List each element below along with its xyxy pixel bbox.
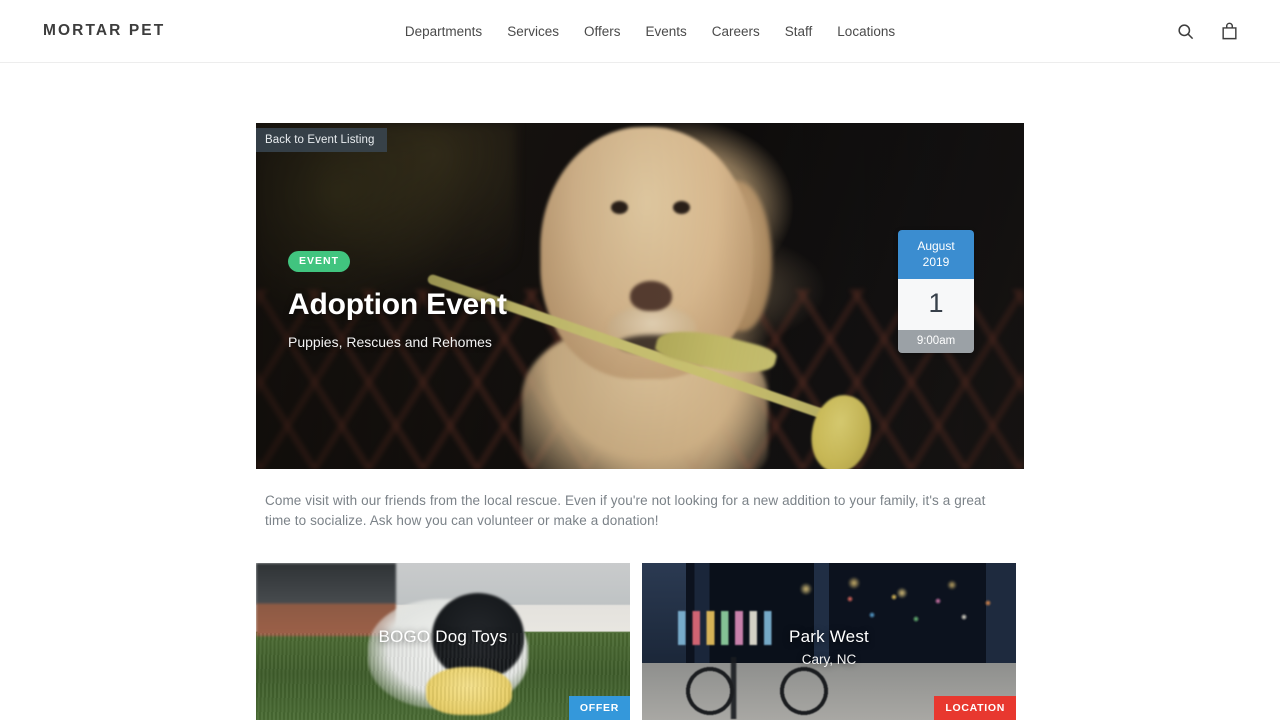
offer-card-badge: OFFER [568, 696, 630, 720]
nav-item-services[interactable]: Services [507, 24, 559, 39]
nav-item-staff[interactable]: Staff [785, 24, 813, 39]
main-navigation: Departments Services Offers Events Caree… [385, 24, 895, 39]
search-icon[interactable] [1174, 20, 1196, 42]
date-card-day: 1 [898, 279, 974, 330]
nav-item-careers[interactable]: Careers [712, 24, 760, 39]
header-icon-group [1174, 20, 1240, 42]
offer-card-title: BOGO Dog Toys [378, 627, 508, 646]
event-title: Adoption Event [288, 288, 507, 321]
location-card-subtitle: Cary, NC [801, 652, 857, 667]
site-header: MORTAR PET Departments Services Offers E… [0, 0, 1280, 63]
nav-item-departments[interactable]: Departments [405, 24, 482, 39]
date-card-time: 9:00am [898, 330, 974, 353]
offer-card-bogo-dog-toys[interactable]: BOGO Dog Toys OFFER [256, 563, 630, 720]
offer-card-yellow-toy [426, 667, 512, 715]
nav-item-locations[interactable]: Locations [837, 24, 895, 39]
location-card-title: Park West [789, 627, 869, 646]
related-card-row: BOGO Dog Toys OFFER Park West Cary, NC L… [256, 563, 1024, 720]
back-to-event-listing-button[interactable]: Back to Event Listing [256, 128, 387, 152]
date-card-month-name: August [917, 239, 955, 253]
date-card-year: 2019 [922, 255, 950, 269]
event-subtitle: Puppies, Rescues and Rehomes [288, 334, 492, 350]
brand-logo[interactable]: MORTAR PET [43, 22, 165, 40]
nav-item-events[interactable]: Events [645, 24, 686, 39]
shopping-bag-icon[interactable] [1218, 20, 1240, 42]
location-card-shelf-items [838, 585, 1008, 659]
offer-card-building [256, 563, 396, 636]
nav-item-offers[interactable]: Offers [584, 24, 621, 39]
event-description: Come visit with our friends from the loc… [265, 493, 986, 528]
event-hero: Back to Event Listing EVENT Adoption Eve… [256, 123, 1024, 469]
location-card-park-west[interactable]: Park West Cary, NC LOCATION [642, 563, 1016, 720]
location-card-badge: LOCATION [934, 696, 1016, 720]
event-date-card: August 2019 1 9:00am [898, 230, 974, 353]
event-badge: EVENT [288, 251, 351, 272]
hero-copy: EVENT Adoption Event Puppies, Rescues an… [288, 251, 728, 350]
date-card-month: August 2019 [898, 230, 974, 279]
page-container: Back to Event Listing EVENT Adoption Eve… [256, 63, 1024, 720]
